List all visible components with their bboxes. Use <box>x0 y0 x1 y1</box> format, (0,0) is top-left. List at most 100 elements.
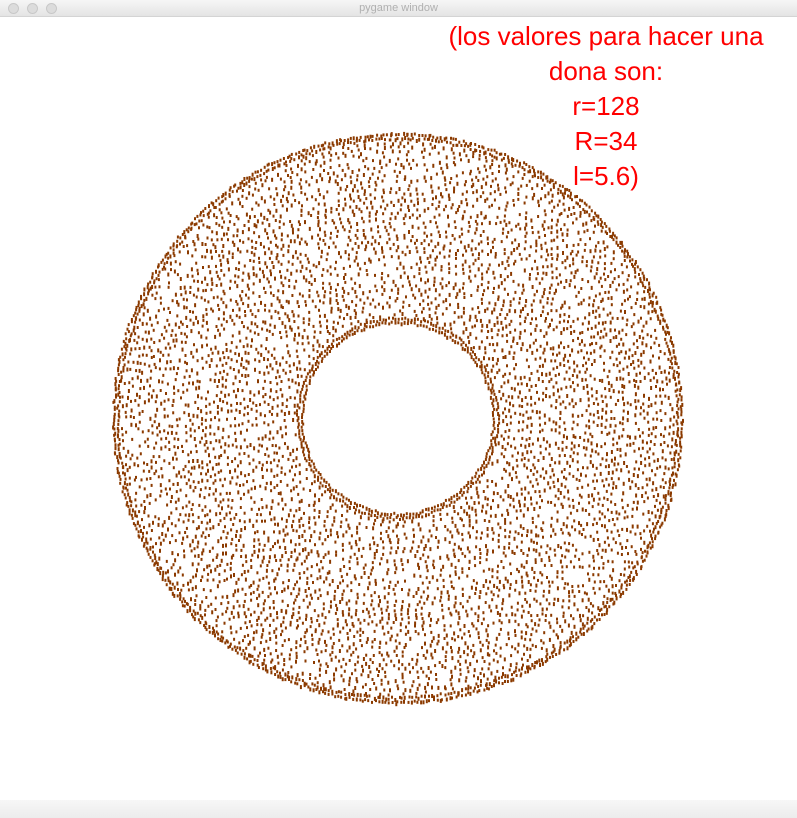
donut-dot <box>549 323 551 327</box>
donut-dot <box>286 569 289 573</box>
donut-dot <box>484 380 487 384</box>
donut-dot <box>531 308 534 313</box>
donut-dot <box>397 255 400 260</box>
donut-dot <box>280 409 283 413</box>
donut-dot <box>650 432 653 436</box>
donut-dot <box>516 650 519 654</box>
donut-dot <box>187 518 190 522</box>
donut-dot <box>580 349 583 353</box>
donut-dot <box>576 423 579 427</box>
donut-dot <box>356 530 359 535</box>
donut-dot <box>466 346 469 351</box>
donut-dot <box>564 353 567 358</box>
donut-dot <box>431 639 434 643</box>
donut-dot <box>255 241 258 244</box>
donut-dot <box>298 605 301 609</box>
donut-dot <box>150 349 153 353</box>
donut-dot <box>500 308 503 312</box>
donut-dot <box>238 307 241 312</box>
donut-dot <box>326 325 328 330</box>
donut-dot <box>323 313 326 318</box>
donut-dot <box>487 374 490 378</box>
donut-dot <box>628 348 631 352</box>
donut-dot <box>298 524 301 529</box>
donut-dot <box>309 489 312 492</box>
donut-dot <box>618 435 621 440</box>
donut-dot <box>501 602 504 606</box>
donut-dot <box>341 286 344 290</box>
donut-dot <box>356 174 359 178</box>
donut-dot <box>486 363 489 367</box>
donut-dot <box>534 401 537 405</box>
donut-dot <box>497 424 499 428</box>
donut-dot <box>559 559 562 564</box>
donut-dot <box>219 500 222 504</box>
donut-dot <box>502 392 505 397</box>
donut-dot <box>507 511 510 516</box>
donut-dot <box>632 360 635 365</box>
donut-dot <box>510 605 513 609</box>
donut-dot <box>351 332 354 336</box>
donut-dot <box>232 523 235 526</box>
donut-dot <box>401 563 404 566</box>
donut-dot <box>276 253 279 258</box>
donut-dot <box>256 325 259 329</box>
donut-dot <box>639 380 642 383</box>
donut-dot <box>305 617 307 621</box>
donut-dot <box>462 286 464 290</box>
donut-dot <box>420 320 423 324</box>
donut-dot <box>472 481 475 485</box>
donut-dot <box>512 356 515 360</box>
donut-dot <box>276 611 278 616</box>
donut-dot <box>609 339 612 343</box>
donut-dot <box>626 288 629 292</box>
donut-dot <box>194 585 197 590</box>
donut-dot <box>145 353 148 357</box>
donut-dot <box>437 633 440 638</box>
donut-dot <box>453 500 456 504</box>
donut-dot <box>524 444 527 449</box>
donut-dot <box>485 452 488 456</box>
donut-dot <box>556 575 559 579</box>
donut-dot <box>433 596 436 600</box>
donut-dot <box>602 562 605 566</box>
donut-dot <box>344 273 347 276</box>
donut-dot <box>152 328 155 332</box>
donut-dot <box>192 480 195 484</box>
donut-dot <box>430 630 433 634</box>
donut-dot <box>542 535 544 539</box>
donut-dot <box>544 319 547 323</box>
donut-dot <box>495 408 498 412</box>
donut-dot <box>361 664 364 668</box>
donut-dot <box>242 366 245 369</box>
donut-dot <box>322 195 325 200</box>
donut-dot <box>145 477 148 481</box>
donut-dot <box>261 590 264 594</box>
donut-dot <box>166 360 169 365</box>
donut-dot <box>475 471 478 475</box>
donut-dot <box>388 304 391 309</box>
donut-dot <box>321 357 324 361</box>
donut-dot <box>317 233 320 237</box>
donut-dot <box>210 347 213 351</box>
donut-dot <box>329 489 331 493</box>
donut-dot <box>235 215 238 219</box>
donut-dot <box>333 597 336 601</box>
donut-dot <box>603 267 606 271</box>
donut-dot <box>462 214 465 219</box>
donut-dot <box>504 372 507 376</box>
donut-dot <box>380 607 383 611</box>
donut-dot <box>297 492 300 496</box>
donut-dot <box>303 529 306 533</box>
donut-dot <box>316 350 319 353</box>
donut-dot <box>537 514 540 518</box>
donut-dot <box>314 521 317 526</box>
donut-dot <box>249 309 252 313</box>
donut-dot <box>591 493 594 498</box>
donut-dot <box>443 322 446 327</box>
donut-dot <box>247 237 250 241</box>
donut-dot <box>420 612 423 616</box>
donut-dot <box>314 630 317 634</box>
donut-dot <box>264 303 267 307</box>
donut-dot <box>313 335 316 339</box>
